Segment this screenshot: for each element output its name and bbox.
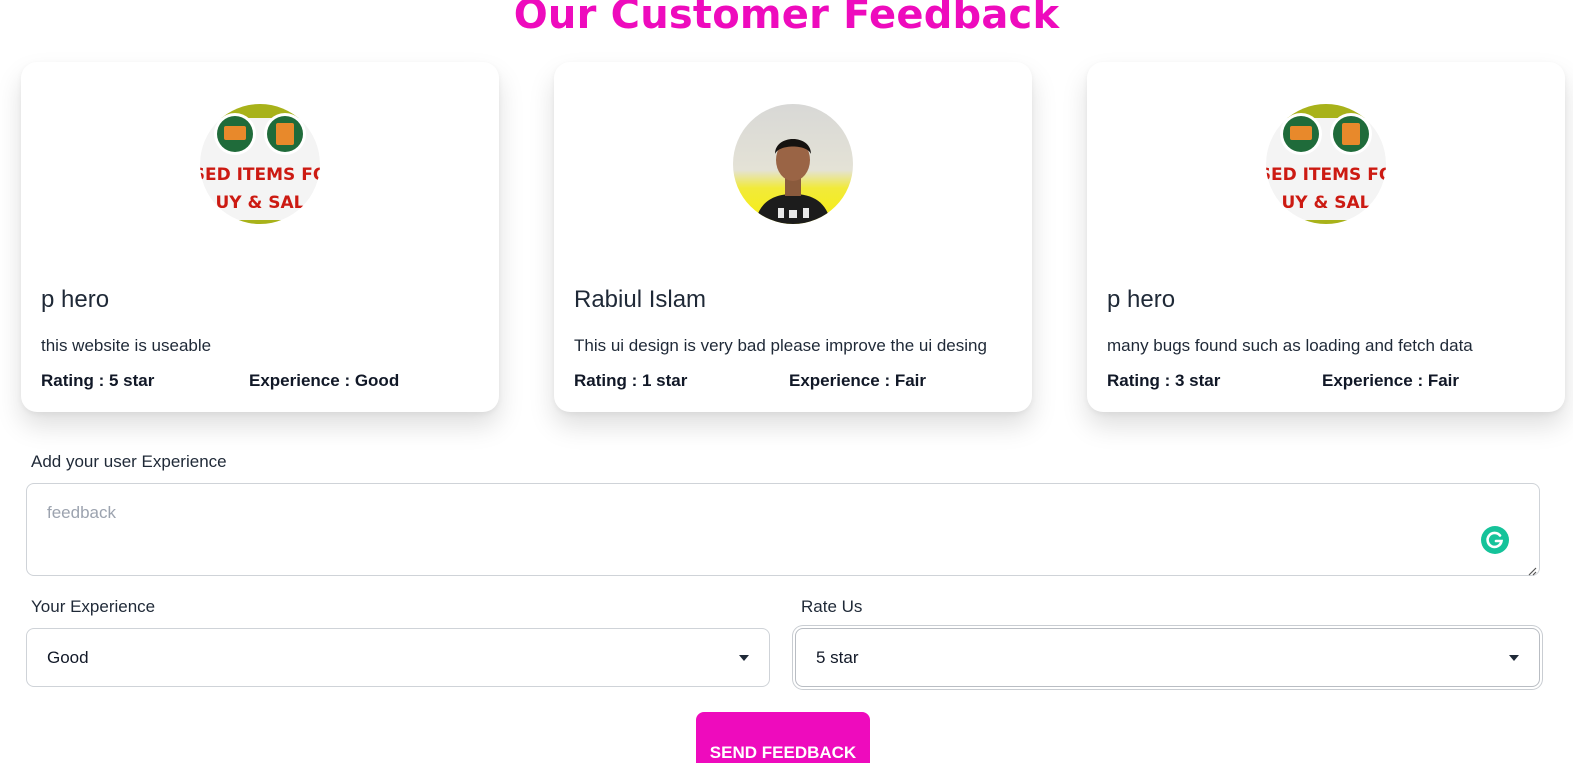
used-items-logo: SED ITEMS FO UY & SAL	[200, 104, 320, 224]
review-meta: Rating : 1 star Experience : Fair	[574, 371, 926, 391]
review-rating: Rating : 1 star	[574, 371, 688, 390]
review-experience: Experience : Fair	[789, 371, 927, 390]
experience-select-value: Good	[47, 648, 89, 667]
experience-select[interactable]: Good	[26, 628, 770, 687]
review-card: Rabiul Islam This ui design is very bad …	[554, 62, 1032, 412]
experience-label: Your Experience	[31, 597, 156, 616]
logo-text-top: SED ITEMS FO	[1266, 165, 1386, 185]
send-feedback-button[interactable]: SEND FEEDBACK	[696, 712, 870, 763]
used-items-logo-avatar: SED ITEMS FO UY & SAL	[200, 104, 320, 224]
review-rating: Rating : 3 star	[1107, 371, 1221, 390]
rating-label: Rate Us	[801, 597, 863, 616]
review-card: SED ITEMS FO UY & SAL p hero many bugs f…	[1087, 62, 1565, 412]
rating-select[interactable]: 5 star	[795, 628, 1540, 687]
used-items-logo-avatar: SED ITEMS FO UY & SAL	[1266, 104, 1386, 224]
user-photo-avatar	[733, 104, 853, 224]
chevron-down-icon	[1509, 655, 1519, 661]
review-meta: Rating : 3 star Experience : Fair	[1107, 371, 1459, 391]
feedback-placeholder: feedback	[47, 503, 116, 522]
feedback-textarea[interactable]: feedback	[26, 483, 1540, 576]
review-experience: Experience : Good	[249, 371, 400, 390]
review-comment: many bugs found such as loading and fetc…	[1107, 336, 1473, 355]
logo-text-top: SED ITEMS FO	[200, 165, 320, 185]
user-photo	[733, 104, 853, 224]
page-title: Our Customer Feedback	[513, 0, 1060, 38]
review-comment: this website is useable	[41, 336, 212, 355]
reviewer-name: p hero	[41, 286, 110, 313]
used-items-logo: SED ITEMS FO UY & SAL	[1266, 104, 1386, 224]
reviewer-name: Rabiul Islam	[574, 286, 707, 313]
feedback-page: Our Customer Feedback SED ITEMS FO UY & …	[0, 0, 1573, 763]
logo-text-bottom: UY & SAL	[1281, 193, 1370, 213]
review-comment: This ui design is very bad please improv…	[574, 336, 987, 355]
review-meta: Rating : 5 star Experience : Good	[41, 371, 399, 391]
resize-handle-icon[interactable]	[1527, 563, 1537, 576]
feedback-label: Add your user Experience	[31, 452, 227, 471]
review-card: SED ITEMS FO UY & SAL p hero this websit…	[21, 62, 499, 412]
logo-text-bottom: UY & SAL	[215, 193, 304, 213]
chevron-down-icon	[739, 655, 749, 661]
review-rating: Rating : 5 star	[41, 371, 155, 390]
review-experience: Experience : Fair	[1322, 371, 1460, 390]
grammarly-icon[interactable]	[1481, 526, 1509, 554]
rating-select-value: 5 star	[816, 648, 859, 667]
reviewer-name: p hero	[1107, 286, 1176, 313]
